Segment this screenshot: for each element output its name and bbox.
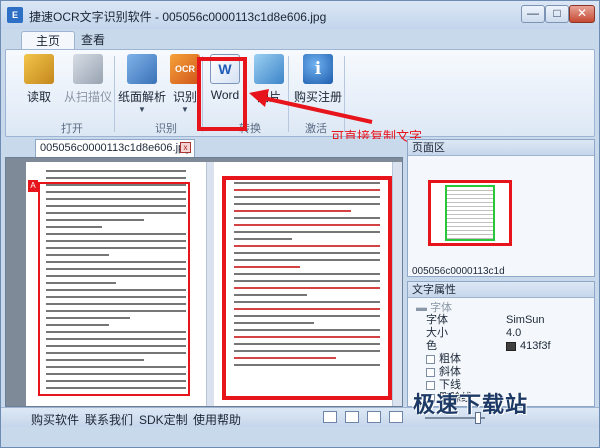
recognized-text-block[interactable] <box>234 182 380 371</box>
window-title: 捷速OCR文字识别软件 - 005056c0000113c1d8e606.jpg <box>29 10 327 24</box>
document-view: A <box>5 157 403 407</box>
info-icon: i <box>303 54 333 84</box>
word-highlight-box <box>197 57 247 131</box>
ribbon-tab-strip: 主页 查看 <box>1 29 599 50</box>
bold-checkbox[interactable] <box>426 354 435 364</box>
single-view-icon[interactable] <box>323 411 337 423</box>
app-logo-icon: E <box>7 7 23 23</box>
source-text-block <box>46 170 186 394</box>
font-color-value[interactable]: 413f3f <box>506 340 551 353</box>
color-swatch <box>506 341 516 351</box>
collapse-icon: ▬ <box>416 302 427 314</box>
scan-button[interactable]: 从扫描仪 <box>64 54 112 105</box>
annotation-arrow-icon <box>249 89 373 124</box>
site-watermark: 极速下载站 <box>413 392 529 417</box>
chevron-down-icon: ▼ <box>181 105 189 114</box>
document-tab-strip: 005056c0000113c1d8e606.jpg x <box>5 139 403 157</box>
group-divider <box>114 56 115 132</box>
layout-analysis-label: 纸面解析 <box>118 90 167 104</box>
group-label-recognize: 识别 <box>155 123 177 135</box>
ocr-icon: OCR <box>170 54 200 84</box>
page-thumbnail-panel: 页面区 005056c0000113c1d <box>407 139 595 277</box>
scan-button-label: 从扫描仪 <box>64 90 113 104</box>
image-icon <box>254 54 284 84</box>
image-view-icon[interactable] <box>367 411 381 423</box>
font-color-key: 色 <box>426 340 437 352</box>
thumbnail-panel-title: 页面区 <box>408 140 594 156</box>
font-group-label: 字体 <box>430 302 453 314</box>
font-group-header[interactable]: ▬ 字体 <box>416 299 452 315</box>
result-scrollbar[interactable] <box>392 162 402 406</box>
help-link[interactable]: 使用帮助 <box>193 411 241 428</box>
maximize-button[interactable]: □ <box>545 5 569 23</box>
properties-panel-title: 文字属性 <box>408 282 594 298</box>
thumbnail-selection-box <box>445 185 495 241</box>
tab-view[interactable]: 查看 <box>67 31 119 50</box>
layout-analysis-icon <box>127 54 157 84</box>
read-button-label: 读取 <box>26 90 51 104</box>
font-size-value[interactable]: 4.0 <box>506 327 521 340</box>
font-family-value[interactable]: SimSun <box>506 314 545 327</box>
folder-open-icon <box>24 54 54 84</box>
minimize-button[interactable]: — <box>521 5 545 23</box>
page-thumbnail[interactable] <box>428 180 512 246</box>
italic-label: 斜体 <box>439 366 461 378</box>
region-marker: A <box>28 180 38 192</box>
font-size-key: 大小 <box>426 327 448 339</box>
italic-row[interactable]: 斜体 <box>416 366 586 379</box>
document-tab-label: 005056c0000113c1d8e606.jpg <box>40 142 191 154</box>
title-bar: E 捷速OCR文字识别软件 - 005056c0000113c1d8e606.j… <box>1 1 599 29</box>
source-image-page[interactable]: A <box>26 162 206 406</box>
split-view-icon[interactable] <box>345 411 359 423</box>
close-button[interactable]: ✕ <box>569 5 595 23</box>
chevron-down-icon: ▼ <box>138 105 146 114</box>
text-view-icon[interactable] <box>389 411 403 423</box>
sdk-custom-link[interactable]: SDK定制 <box>139 411 188 428</box>
close-tab-icon[interactable]: x <box>180 142 191 153</box>
bold-label: 粗体 <box>439 353 461 365</box>
font-color-hex: 413f3f <box>520 340 551 352</box>
bold-row[interactable]: 粗体 <box>416 353 586 366</box>
group-label-open: 打开 <box>61 123 83 135</box>
recognize-button[interactable]: OCR 识别 ▼ <box>170 54 200 114</box>
font-size-row[interactable]: 大小 4.0 <box>416 327 586 340</box>
document-tab[interactable]: 005056c0000113c1d8e606.jpg x <box>35 139 195 157</box>
recognized-text-page[interactable] <box>214 162 400 406</box>
contact-us-link[interactable]: 联系我们 <box>85 411 133 428</box>
layout-analysis-button[interactable]: 纸面解析 ▼ <box>118 54 166 114</box>
read-button[interactable]: 读取 <box>24 54 54 105</box>
font-family-row[interactable]: 字体 SimSun <box>416 314 586 327</box>
thumbnail-page-name: 005056c0000113c1d <box>412 266 505 277</box>
recognize-label: 识别 <box>172 90 197 104</box>
italic-checkbox[interactable] <box>426 367 435 377</box>
buy-software-link[interactable]: 购买软件 <box>31 411 79 428</box>
font-family-key: 字体 <box>426 314 448 326</box>
app-window: E 捷速OCR文字识别软件 - 005056c0000113c1d8e606.j… <box>0 0 600 448</box>
scanner-icon <box>73 54 103 84</box>
font-color-row[interactable]: 色 413f3f <box>416 340 586 353</box>
